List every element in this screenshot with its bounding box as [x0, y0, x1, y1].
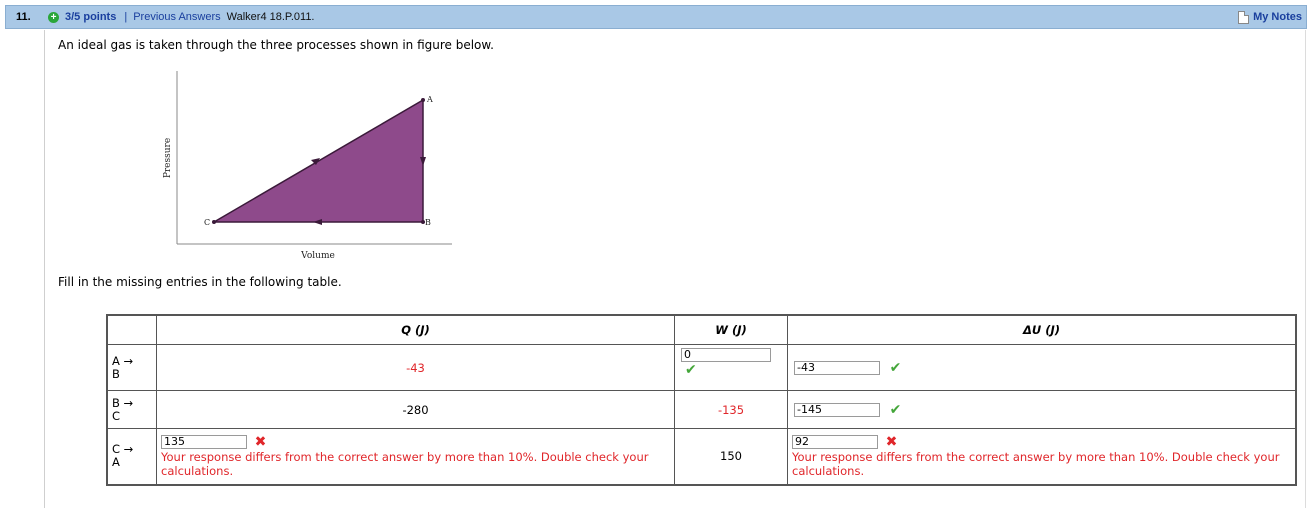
question-text: An ideal gas is taken through the three … [58, 38, 494, 52]
row-label-start: B → [112, 395, 134, 410]
row-label-start: A → [112, 353, 134, 368]
point-c-label: C [204, 218, 210, 227]
correct-check-icon: ✔ [685, 361, 697, 378]
left-divider [44, 30, 45, 508]
w-cell: 0 ✔ [674, 344, 788, 391]
incorrect-x-icon: ✖ [254, 434, 267, 451]
du-header: ΔU (J) [787, 314, 1297, 345]
q-header: Q (J) [156, 314, 675, 345]
my-notes-button[interactable]: My Notes [1238, 10, 1302, 24]
du-input[interactable]: 92 [792, 435, 878, 450]
du-error-message: Your response differs from the correct a… [792, 450, 1280, 479]
volume-axis-label: Volume [300, 251, 335, 261]
correct-check-icon: ✔ [889, 359, 902, 376]
expand-plus-icon[interactable]: + [48, 11, 59, 23]
point-c-marker [212, 220, 216, 224]
correct-check-icon: ✔ [889, 401, 902, 418]
q-cell: 135 ✖ Your response differs from the cor… [156, 428, 675, 485]
table-row: B → C -280 -135 -145 ✔ [106, 390, 1297, 429]
problem-code: Walker4 18.P.011. [226, 11, 315, 23]
table-header-row: Q (J) W (J) ΔU (J) [106, 314, 1297, 345]
answer-table: Q (J) W (J) ΔU (J) A → B -43 0 ✔ -43 ✔ B… [106, 314, 1297, 486]
question-number: 11. [16, 11, 31, 23]
instructions-text: Fill in the missing entries in the follo… [58, 275, 342, 289]
w-input[interactable]: 0 [681, 347, 771, 362]
row-label: C → A [106, 428, 157, 485]
table-row: A → B -43 0 ✔ -43 ✔ [106, 344, 1297, 391]
du-input[interactable]: -145 [794, 402, 880, 417]
row-label-end: A [112, 455, 120, 470]
row-label: B → C [106, 390, 157, 429]
point-a-label: A [426, 95, 433, 104]
incorrect-x-icon: ✖ [885, 434, 898, 451]
pressure-axis-label: Pressure [163, 138, 173, 178]
w-value: 150 [674, 428, 788, 485]
points-label: 3/5 points [65, 11, 117, 23]
row-label: A → B [106, 344, 157, 391]
w-header: W (J) [674, 314, 788, 345]
my-notes-label: My Notes [1253, 11, 1302, 23]
pv-diagram: Pressure Volume A B C [163, 71, 452, 261]
du-cell: -145 ✔ [787, 390, 1297, 429]
q-input[interactable]: 135 [161, 435, 247, 450]
table-row: C → A 135 ✖ Your response differs from t… [106, 428, 1297, 485]
du-cell: -43 ✔ [787, 344, 1297, 391]
row-label-end: C [112, 408, 121, 423]
w-value: -135 [674, 390, 788, 429]
point-a-marker [421, 98, 425, 102]
q-value: -280 [156, 390, 675, 429]
corner-cell [106, 314, 157, 345]
point-b-label: B [425, 218, 431, 227]
header-separator: | [124, 11, 128, 23]
du-cell: 92 ✖ Your response differs from the corr… [787, 428, 1297, 485]
du-input[interactable]: -43 [794, 360, 880, 375]
note-icon [1238, 10, 1250, 24]
question-header: 11. + 3/5 points | Previous Answers Walk… [5, 5, 1307, 29]
previous-answers-link[interactable]: Previous Answers [133, 11, 220, 23]
right-divider [1305, 30, 1306, 508]
row-label-end: B [112, 366, 120, 381]
q-value: -43 [156, 344, 675, 391]
q-error-message: Your response differs from the correct a… [161, 450, 649, 479]
